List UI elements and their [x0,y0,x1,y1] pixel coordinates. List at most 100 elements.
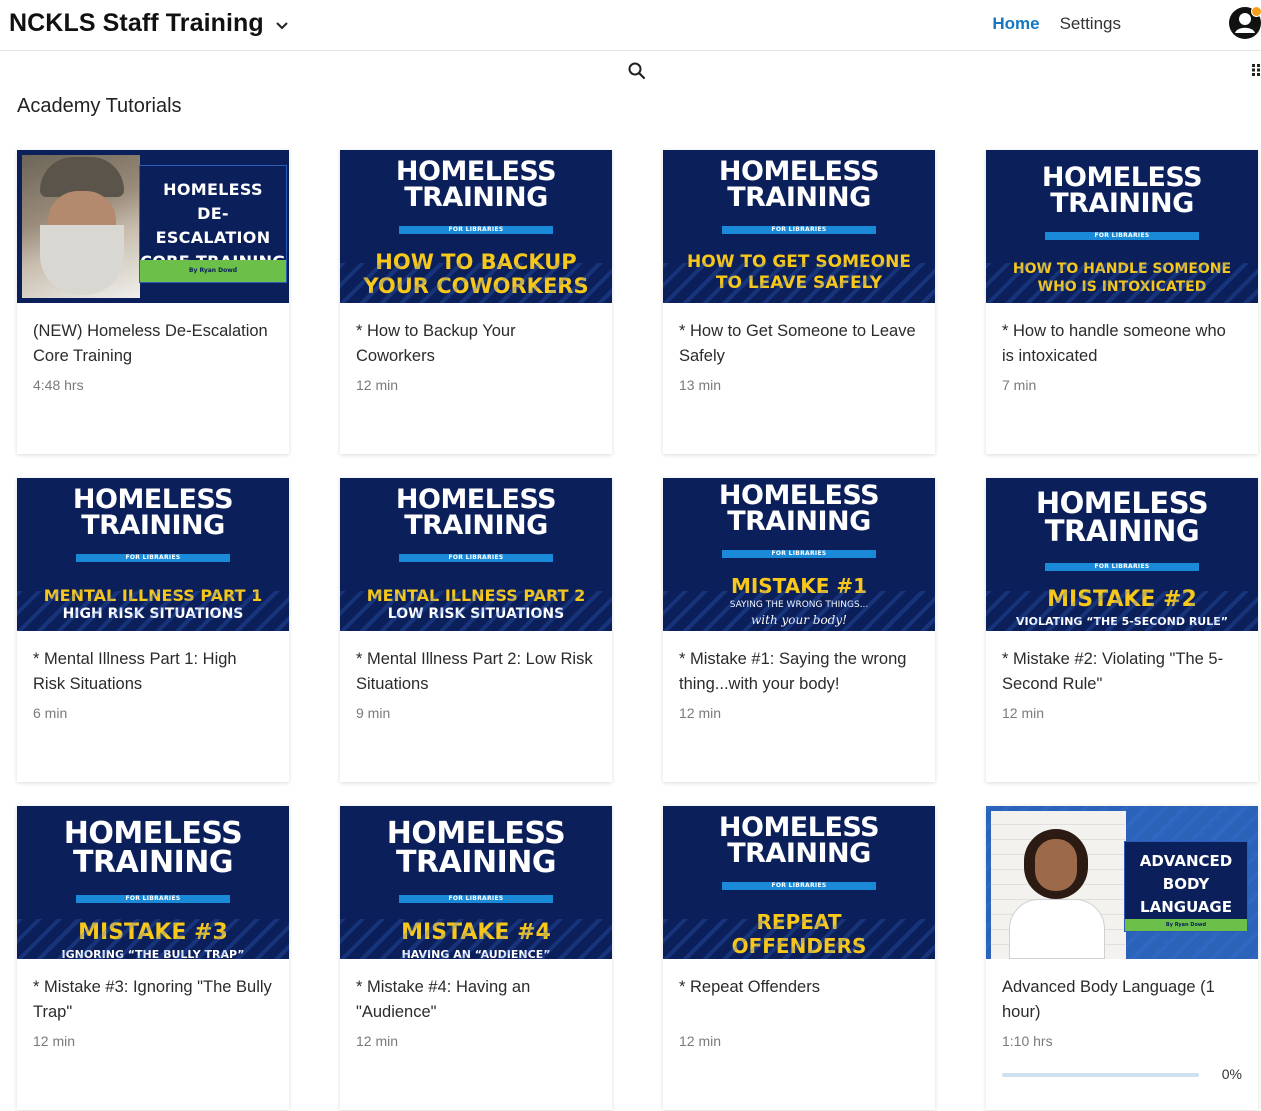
course-title[interactable]: * How to Get Someone to Leave Safely [679,319,919,369]
thumbnail-brand: HOMELESS [340,159,612,185]
course-card[interactable]: HOMELESSTRAININGFOR LIBRARIES HOW TO HAN… [986,150,1258,454]
course-duration: 12 min [679,1033,919,1049]
course-duration: 12 min [356,1033,596,1049]
course-card[interactable]: HOMELESSTRAININGFOR LIBRARIES MISTAKE #4… [340,806,612,1110]
thumbnail-brand: TRAINING [663,185,935,211]
top-bar: NCKLS Staff Training Home Settings [0,0,1261,51]
course-title[interactable]: * Repeat Offenders [679,975,919,1025]
thumbnail-band: FOR LIBRARIES [722,226,877,234]
thumbnail-brand: TRAINING [340,849,612,878]
thumbnail-band: FOR LIBRARIES [399,226,554,234]
course-thumbnail: HOMELESSTRAININGFOR LIBRARIES HOW TO BAC… [340,150,612,303]
course-duration: 9 min [356,705,596,721]
course-card[interactable]: ADVANCEDBODYLANGUAGE By Ryan Dowd Advanc… [986,806,1258,1110]
course-duration: 6 min [33,705,273,721]
section-title: Academy Tutorials [17,95,182,118]
thumbnail-line: HOMELESS [140,178,286,202]
thumbnail-brand: HOMELESS [986,165,1258,191]
course-title[interactable]: * Mental Illness Part 1: High Risk Situa… [33,647,273,697]
progress-percent: 0% [1222,1066,1242,1082]
thumbnail-brand: TRAINING [986,518,1258,546]
course-card[interactable]: HOMELESSTRAININGFOR LIBRARIES REPEATOFFE… [663,806,935,1110]
search-icon[interactable] [627,61,647,81]
course-title[interactable]: * How to handle someone who is intoxicat… [1002,319,1242,369]
thumbnail-line: LANGUAGE [1125,896,1247,919]
thumbnail-brand: HOMELESS [17,487,289,513]
thumbnail-band: FOR LIBRARIES [76,895,231,903]
notification-dot [1251,6,1261,17]
thumbnail-brand: TRAINING [340,513,612,539]
course-title[interactable]: Advanced Body Language (1 hour) [1002,975,1242,1025]
course-thumbnail: HOMELESSTRAININGFOR LIBRARIES MISTAKE #4… [340,806,612,959]
course-card[interactable]: HOMELESSDE-ESCALATIONCORE TRAINING By Ry… [17,150,289,454]
course-title[interactable]: (NEW) Homeless De-Escalation Core Traini… [33,319,273,369]
course-grid: HOMELESSDE-ESCALATIONCORE TRAINING By Ry… [17,150,1258,1110]
course-duration: 4:48 hrs [33,377,273,393]
thumbnail-photo [22,155,140,298]
course-card[interactable]: HOMELESSTRAININGFOR LIBRARIES MENTAL ILL… [340,478,612,782]
thumbnail-band: FOR LIBRARIES [399,554,554,562]
course-title[interactable]: * Mistake #1: Saying the wrong thing...w… [679,647,919,697]
course-duration: 7 min [1002,377,1242,393]
progress-bar [1002,1073,1199,1077]
thumbnail-band: FOR LIBRARIES [722,550,877,558]
course-card[interactable]: HOMELESSTRAININGFOR LIBRARIES MISTAKE #3… [17,806,289,1110]
thumbnail-line: BODY [1125,873,1247,896]
thumbnail-brand: HOMELESS [663,483,935,509]
course-thumbnail: HOMELESSTRAININGFOR LIBRARIES HOW TO HAN… [986,150,1258,303]
site-title: NCKLS Staff Training [9,9,264,38]
nav-home[interactable]: Home [992,14,1039,34]
course-title[interactable]: * Mistake #3: Ignoring "The Bully Trap" [33,975,273,1025]
course-thumbnail: HOMELESSTRAININGFOR LIBRARIES MISTAKE #1… [663,478,935,631]
course-thumbnail: HOMELESSDE-ESCALATIONCORE TRAINING By Ry… [17,150,289,303]
course-thumbnail: ADVANCEDBODYLANGUAGE By Ryan Dowd [986,806,1258,959]
course-duration: 12 min [33,1033,273,1049]
grid-icon[interactable] [1251,63,1261,77]
thumbnail-byline: By Ryan Dowd [1125,919,1247,931]
course-duration: 12 min [679,705,919,721]
nav-settings[interactable]: Settings [1060,14,1121,34]
thumbnail-brand: TRAINING [663,509,935,535]
course-card[interactable]: HOMELESSTRAININGFOR LIBRARIES MENTAL ILL… [17,478,289,782]
course-thumbnail: HOMELESSTRAININGFOR LIBRARIES REPEATOFFE… [663,806,935,959]
chevron-down-icon [274,17,290,33]
course-duration: 12 min [1002,705,1242,721]
thumbnail-brand: HOMELESS [663,815,935,841]
course-title[interactable]: * Mental Illness Part 2: Low Risk Situat… [356,647,596,697]
thumbnail-brand: TRAINING [663,841,935,867]
course-card[interactable]: HOMELESSTRAININGFOR LIBRARIES HOW TO BAC… [340,150,612,454]
course-title[interactable]: * How to Backup Your Coworkers [356,319,596,369]
thumbnail-brand: HOMELESS [663,159,935,185]
thumbnail-brand: TRAINING [986,191,1258,217]
course-card[interactable]: HOMELESSTRAININGFOR LIBRARIES HOW TO GET… [663,150,935,454]
thumbnail-byline: By Ryan Dowd [140,260,286,282]
site-switcher[interactable]: NCKLS Staff Training [9,9,290,38]
course-card[interactable]: HOMELESSTRAININGFOR LIBRARIES MISTAKE #1… [663,478,935,782]
course-progress: 0% [1002,1066,1242,1082]
thumbnail-line: ADVANCED [1125,850,1247,873]
user-avatar[interactable] [1229,7,1261,39]
course-title[interactable]: * Mistake #2: Violating "The 5-Second Ru… [1002,647,1242,697]
thumbnail-photo [991,811,1126,959]
thumbnail-line: DE-ESCALATION [140,202,286,250]
thumbnail-band: FOR LIBRARIES [399,895,554,903]
main-nav: Home Settings [992,14,1121,34]
thumbnail-band: FOR LIBRARIES [722,882,877,890]
thumbnail-band: FOR LIBRARIES [1045,563,1200,571]
course-duration: 1:10 hrs [1002,1033,1242,1049]
thumbnail-brand: HOMELESS [340,487,612,513]
course-duration: 13 min [679,377,919,393]
course-thumbnail: HOMELESSTRAININGFOR LIBRARIES MISTAKE #3… [17,806,289,959]
course-thumbnail: HOMELESSTRAININGFOR LIBRARIES HOW TO GET… [663,150,935,303]
course-thumbnail: HOMELESSTRAININGFOR LIBRARIES MENTAL ILL… [340,478,612,631]
thumbnail-brand: TRAINING [17,849,289,878]
thumbnail-title-box: ADVANCEDBODYLANGUAGE By Ryan Dowd [1124,841,1248,932]
thumbnail-title-box: HOMELESSDE-ESCALATIONCORE TRAINING By Ry… [139,165,287,283]
course-thumbnail: HOMELESSTRAININGFOR LIBRARIES MISTAKE #2… [986,478,1258,631]
course-duration: 12 min [356,377,596,393]
thumbnail-brand: TRAINING [17,513,289,539]
course-card[interactable]: HOMELESSTRAININGFOR LIBRARIES MISTAKE #2… [986,478,1258,782]
course-title[interactable]: * Mistake #4: Having an "Audience" [356,975,596,1025]
thumbnail-band: FOR LIBRARIES [1045,232,1200,240]
thumbnail-brand: TRAINING [340,185,612,211]
